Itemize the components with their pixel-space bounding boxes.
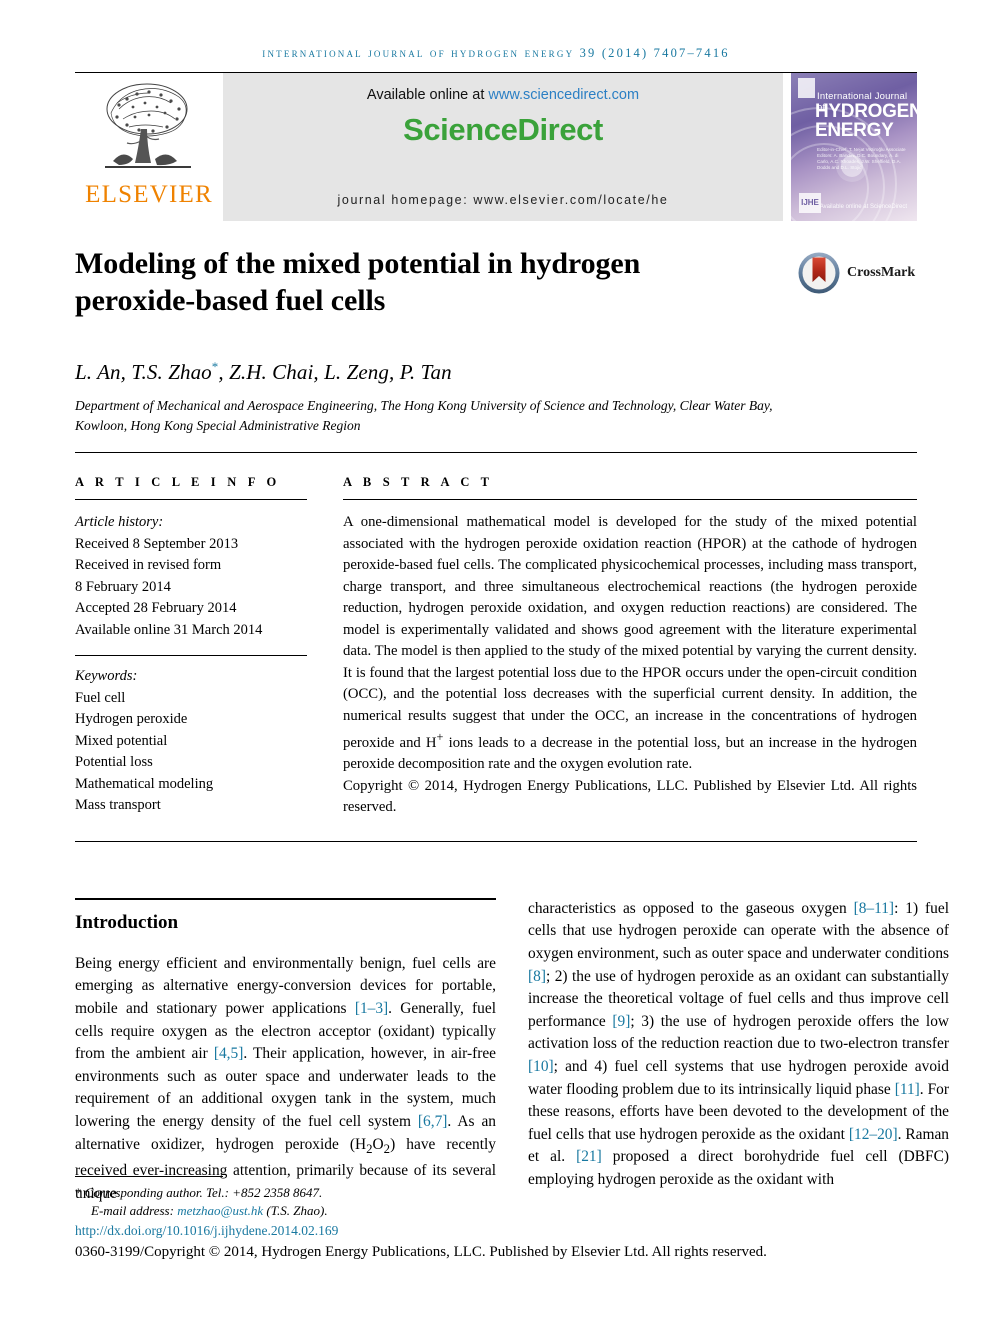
elsevier-wordmark: ELSEVIER [85,181,213,208]
available-online-text: Available online at www.sciencedirect.co… [367,87,639,103]
citation-link[interactable]: [9] [612,1013,630,1030]
footnote-divider [75,1176,223,1177]
article-history-label: Article history: [75,514,164,530]
journal-homepage-link[interactable]: journal homepage: www.elsevier.com/locat… [338,193,669,207]
affiliation-divider [75,452,917,453]
introduction-paragraph-right: characteristics as opposed to the gaseou… [528,899,950,1189]
abstract-heading: A B S T R A C T [343,475,494,489]
article-info-rule [75,499,307,500]
footnote-asterisk: * [75,1185,85,1200]
email-suffix: (T.S. Zhao). [263,1203,328,1218]
corresponding-author-marker: * [211,359,219,374]
doi-link[interactable]: http://dx.doi.org/10.1016/j.ijhydene.201… [75,1223,917,1239]
body-right-column: characteristics as opposed to the gaseou… [528,898,949,1206]
citation-link[interactable]: [6,7] [418,1113,448,1130]
authors-text: L. An, T.S. Zhao*, Z.H. Chai, L. Zeng, P… [75,359,452,384]
introduction-paragraph-left: Being energy efficient and environmental… [75,954,497,1202]
running-head: International Journal of Hydrogen Energy… [262,46,730,60]
citation-link[interactable]: [12–20] [849,1126,898,1143]
sciencedirect-logo: ScienceDirect [403,112,603,147]
journal-cover-image: International Journal of HYDROGEN ENERGY… [791,73,917,221]
paper-page: International Journal of Hydrogen Energy… [0,0,992,1323]
page-footer: * Corresponding author. Tel.: +852 2358 … [75,1176,917,1261]
available-online-prefix: Available online at [366,87,489,103]
keyword-item: Potential loss [75,754,153,770]
email-link[interactable]: metzhao@ust.hk [177,1203,263,1218]
article-info-heading: A R T I C L E I N F O [75,475,281,489]
crossmark-badge-group[interactable]: CrossMark [797,245,917,295]
body-columns: Introduction Being energy efficient and … [75,897,949,1206]
elsevier-logo-block: ELSEVIER [75,73,223,221]
citation-link[interactable]: [21] [576,1148,602,1165]
keywords-rule [75,655,307,656]
journal-cover-block: International Journal of HYDROGEN ENERGY… [783,73,917,221]
sciencedirect-banner: Available online at www.sciencedirect.co… [223,73,783,221]
keyword-item: Fuel cell [75,689,126,706]
abstract-rule [343,499,917,500]
keyword-item: Hydrogen peroxide [75,711,188,727]
masthead: ELSEVIER Available online at www.science… [75,73,917,221]
introduction-rule [75,897,496,900]
page-title: Modeling of the mixed potential in hydro… [75,247,641,317]
email-label: E-mail address: [91,1203,178,1218]
sciencedirect-link[interactable]: www.sciencedirect.com [488,87,639,103]
cover-ijhe-badge: IJHE [799,193,821,213]
citation-link[interactable]: [8] [528,968,546,985]
elsevier-tree-icon [105,83,191,168]
abstract-bottom-divider [75,840,917,842]
cover-big-title: HYDROGEN ENERGY [815,102,917,140]
keyword-item: Mass transport [75,797,161,813]
body-left-column: Introduction Being energy efficient and … [75,897,497,1206]
citation-link[interactable]: [8–11] [854,900,894,917]
info-abstract-section: A R T I C L E I N F O Article history: R… [75,475,917,819]
history-item: Received 8 September 2013 [75,535,239,552]
author-list: L. An, T.S. Zhao*, Z.H. Chai, L. Zeng, P… [75,359,917,385]
cover-title-line1: HYDROGEN [815,101,917,122]
corresponding-author-note: * Corresponding author. Tel.: +852 2358 … [75,1184,917,1202]
cover-elsevier-mark [798,78,815,98]
email-note: E-mail address: metzhao@ust.hk (T.S. Zha… [75,1202,917,1220]
keyword-item: Mixed potential [75,732,168,749]
citation-link[interactable]: [10] [528,1058,554,1075]
history-item: Received in revised form [75,557,222,573]
citation-link[interactable]: [1–3] [355,1000,388,1017]
keyword-item: Mathematical modeling [75,775,214,792]
crossmark-label: CrossMark [847,265,916,280]
cover-editors: Editor-in-Chief: T. Nejat Veziroğlu Asso… [817,147,906,170]
keywords-label: Keywords: [75,668,138,684]
affiliation: Department of Mechanical and Aerospace E… [75,398,773,433]
introduction-heading: Introduction [75,911,179,933]
crossmark-icon [798,252,840,294]
history-item: Available online 31 March 2014 [75,621,263,638]
article-info-column: A R T I C L E I N F O Article history: R… [75,475,307,819]
citation-link[interactable]: [11] [895,1081,920,1098]
abstract-column: A B S T R A C T A one-dimensional mathem… [343,475,917,819]
abstract-copyright: Copyright © 2014, Hydrogen Energy Public… [343,777,917,816]
abstract-text: A one-dimensional mathematical model is … [343,514,917,773]
cover-sciencedirect-mark: Available online at ScienceDirect [819,204,907,210]
title-section: Modeling of the mixed potential in hydro… [75,245,917,319]
issn-copyright-line: 0360-3199/Copyright © 2014, Hydrogen Ene… [75,1244,767,1260]
history-item: Accepted 28 February 2014 [75,600,237,616]
corresponding-author-text: Corresponding author. Tel.: +852 2358 86… [84,1185,323,1200]
citation-link[interactable]: [4,5] [214,1045,244,1062]
cover-title-line2: ENERGY [815,120,894,141]
history-item: 8 February 2014 [75,578,171,595]
